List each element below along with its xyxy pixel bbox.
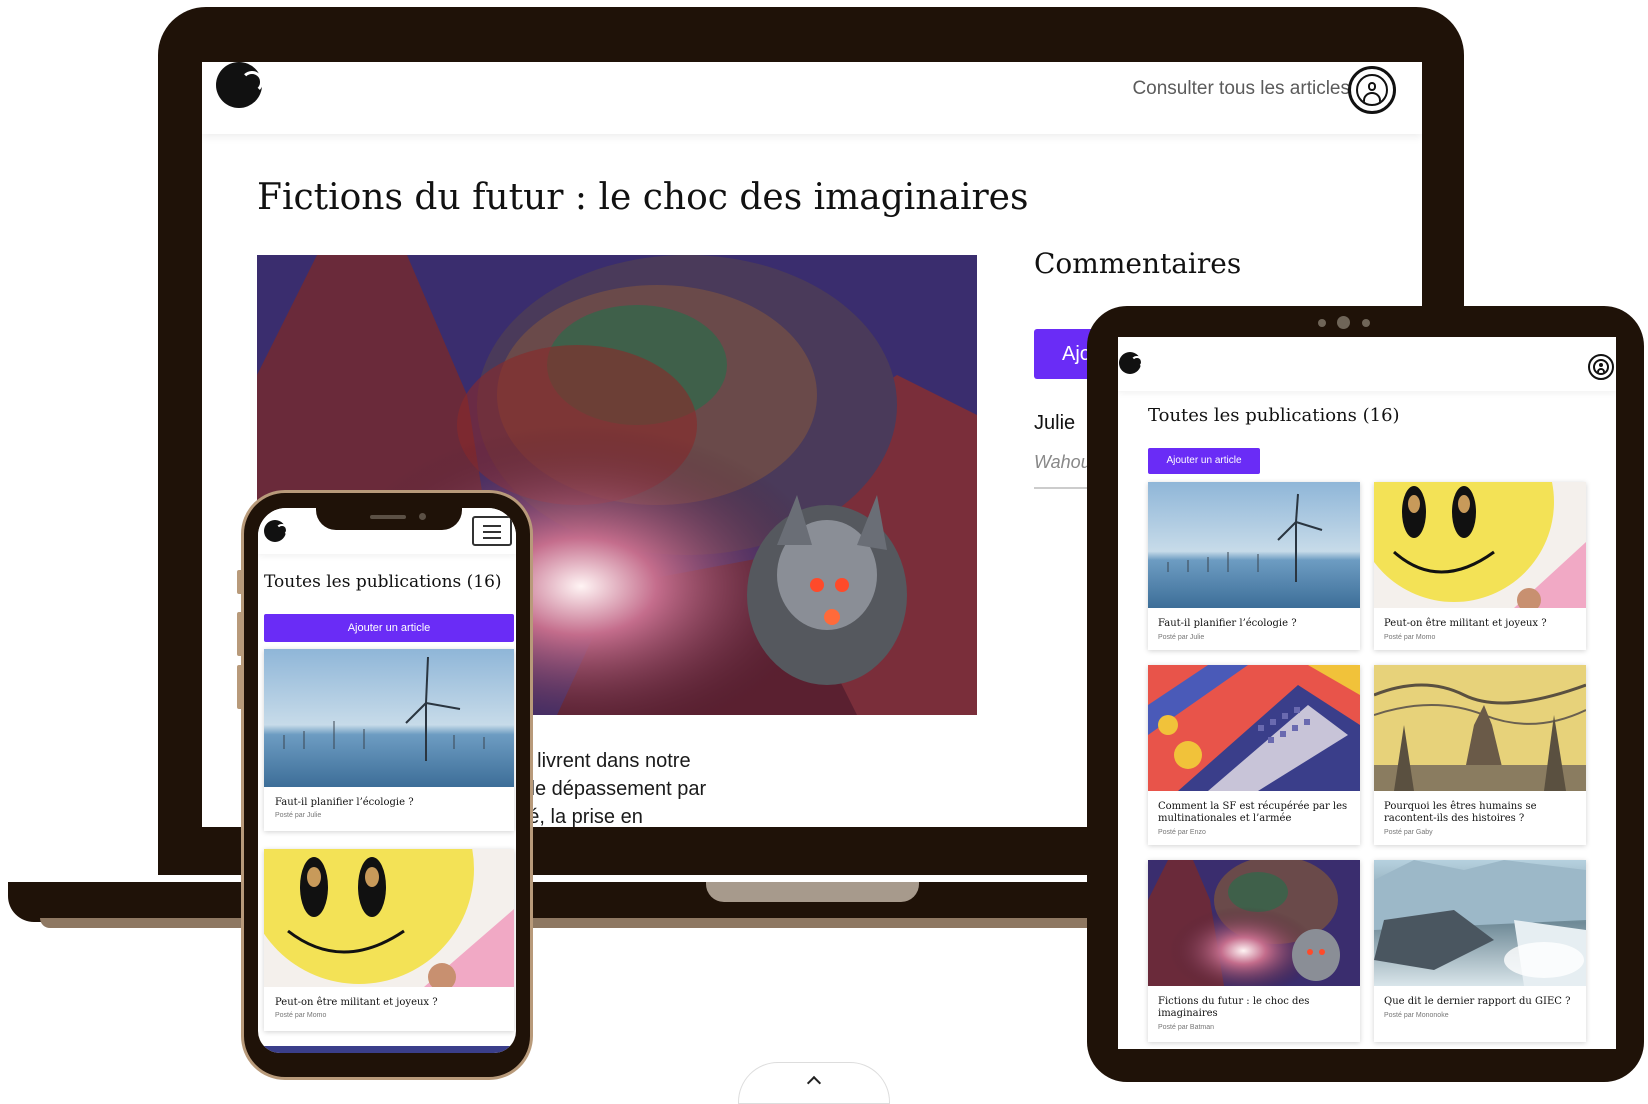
add-article-button[interactable]: Ajouter un article	[1148, 448, 1260, 474]
smiley-face-image	[1374, 482, 1586, 608]
tablet-camera-dot	[1318, 319, 1326, 327]
card-title: Faut-il planifier l’écologie ?	[275, 797, 414, 808]
comment-author: Julie	[1034, 412, 1076, 434]
card-title: Fictions du futur : le choc des imaginai…	[1158, 996, 1310, 1019]
user-circle-icon[interactable]	[1588, 354, 1614, 380]
publications-heading: Toutes les publications (16)	[264, 572, 502, 592]
phoenix-logo-icon[interactable]	[216, 62, 263, 108]
article-card[interactable]: Peut-on être militant et joyeux ? Posté …	[1374, 482, 1586, 650]
article-card[interactable]: Faut-il planifier l’écologie ? Posté par…	[1148, 482, 1360, 650]
card-title: Comment la SF est récupérée par les mult…	[1158, 801, 1348, 824]
wind-turbines-image	[264, 649, 514, 787]
article-card[interactable]: Comment la SF est récupérée par les mult…	[1148, 665, 1360, 845]
card-byline: Posté par Julie	[1158, 634, 1205, 641]
hamburger-menu-icon[interactable]	[472, 516, 512, 546]
card-byline: Posté par Momo	[275, 1012, 327, 1019]
glacier-image	[1374, 860, 1586, 986]
card-title: Pourquoi les êtres humains se racontent-…	[1384, 801, 1537, 824]
site-header	[1118, 337, 1616, 391]
card-title: Peut-on être militant et joyeux ?	[1384, 618, 1547, 629]
next-card-peek	[264, 1046, 514, 1053]
phone-side-button	[237, 612, 243, 656]
card-byline: Posté par Batman	[1158, 1024, 1215, 1031]
card-byline: Posté par Mononoke	[1384, 1012, 1449, 1019]
tablet-camera-dot	[1362, 319, 1370, 327]
chevron-up-icon	[806, 1075, 822, 1091]
card-title: Que dit le dernier rapport du GIEC ?	[1384, 996, 1571, 1007]
tablet-screen: Toutes les publications (16) Ajouter un …	[1118, 337, 1616, 1049]
site-header: Consulter tous les articles	[202, 62, 1422, 134]
card-byline: Posté par Momo	[1384, 634, 1436, 641]
card-byline: Posté par Enzo	[1158, 829, 1206, 836]
fox-engraving-image	[1374, 665, 1586, 791]
phone-side-button	[237, 665, 243, 709]
article-title: Fictions du futur : le choc des imaginai…	[257, 177, 1029, 218]
wind-turbines-image	[1148, 482, 1360, 608]
article-card[interactable]: Que dit le dernier rapport du GIEC ? Pos…	[1374, 860, 1586, 1042]
comments-heading: Commentaires	[1034, 247, 1242, 280]
user-circle-icon[interactable]	[1348, 66, 1396, 114]
card-byline: Posté par Gaby	[1384, 829, 1433, 836]
phone-notch	[316, 500, 462, 530]
phone-screen: Toutes les publications (16) Ajouter un …	[258, 508, 516, 1053]
article-card[interactable]: Pourquoi les êtres humains se racontent-…	[1374, 665, 1586, 845]
card-byline: Posté par Julie	[275, 812, 322, 819]
smiley-face-image	[264, 849, 514, 987]
isometric-pattern-image	[1148, 665, 1360, 791]
phoenix-logo-icon[interactable]	[264, 520, 288, 542]
publications-heading: Toutes les publications (16)	[1148, 405, 1400, 426]
article-card[interactable]: Peut-on être militant et joyeux ? Posté …	[264, 849, 514, 1031]
article-card[interactable]: Faut-il planifier l’écologie ? Posté par…	[264, 649, 514, 831]
sci-fi-collage-image	[1148, 860, 1360, 986]
article-card[interactable]: Fictions du futur : le choc des imaginai…	[1148, 860, 1360, 1042]
add-article-button[interactable]: Ajouter un article	[264, 614, 514, 642]
phoenix-logo-icon[interactable]	[1119, 352, 1143, 374]
scroll-up-button[interactable]	[738, 1062, 890, 1104]
card-title: Peut-on être militant et joyeux ?	[275, 997, 438, 1008]
phone-side-button	[237, 570, 243, 594]
all-articles-link[interactable]: Consulter tous les articles	[1132, 78, 1350, 100]
card-title: Faut-il planifier l’écologie ?	[1158, 618, 1297, 629]
tablet-camera-lens	[1337, 316, 1350, 329]
comment-text: Wahou	[1034, 452, 1091, 472]
laptop-trackpad-notch	[706, 882, 919, 902]
